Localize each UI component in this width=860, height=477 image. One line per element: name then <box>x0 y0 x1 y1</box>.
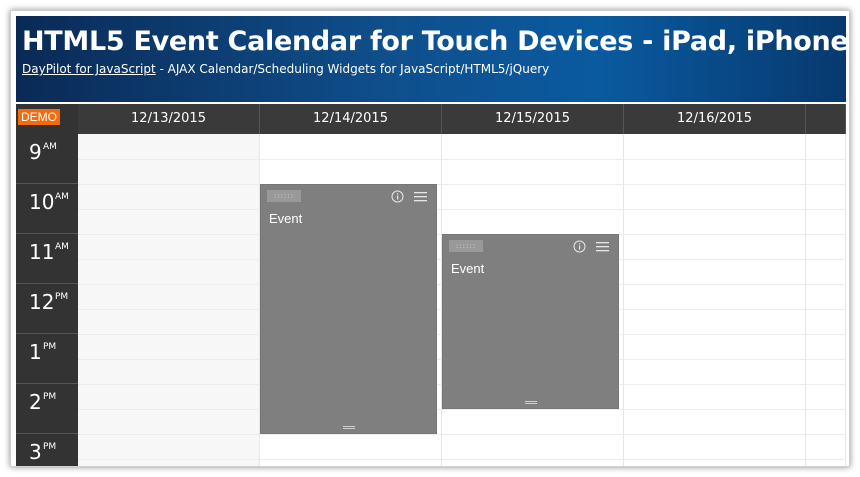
hour-number: 2 <box>29 390 42 414</box>
event-box[interactable]: :::::: Event <box>442 234 619 409</box>
event-box[interactable]: :::::: Event <box>260 184 437 434</box>
menu-icon[interactable] <box>414 190 427 203</box>
column-header[interactable]: 12/14/2015 <box>260 104 442 134</box>
hour-ampm: AM <box>55 242 69 252</box>
hour-ampm: AM <box>55 192 69 202</box>
subtitle-text: - AJAX Calendar/Scheduling Widgets for J… <box>155 62 550 76</box>
daypilot-link[interactable]: DayPilot for JavaScript <box>22 62 156 76</box>
event-calendar: DEMO 12/13/2015 12/14/2015 12/15/2015 12… <box>16 104 846 466</box>
column-header-empty <box>806 104 846 134</box>
hour-label: 9 AM <box>16 134 78 184</box>
hour-label: 2 PM <box>16 384 78 434</box>
resize-handle-icon[interactable] <box>343 426 355 429</box>
hour-label: 12 PM <box>16 284 78 334</box>
time-header: 9 AM 10 AM 11 AM 12 PM 1 PM 2 PM 3 PM <box>16 134 78 466</box>
hour-ampm: AM <box>43 142 57 152</box>
hour-label: 10 AM <box>16 184 78 234</box>
hour-label: 3 PM <box>16 434 78 466</box>
page-header: HTML5 Event Calendar for Touch Devices -… <box>16 16 846 102</box>
resize-handle-icon[interactable] <box>525 401 537 404</box>
page-frame: HTML5 Event Calendar for Touch Devices -… <box>10 10 850 467</box>
demo-badge: DEMO <box>18 109 60 125</box>
column-header[interactable]: 12/16/2015 <box>624 104 806 134</box>
hour-ampm: PM <box>43 342 57 352</box>
drag-handle[interactable]: :::::: <box>449 240 483 252</box>
info-icon[interactable] <box>391 190 404 203</box>
menu-icon[interactable] <box>596 240 609 253</box>
drag-handle[interactable]: :::::: <box>267 190 301 202</box>
hour-number: 11 <box>29 240 55 264</box>
hour-label: 1 PM <box>16 334 78 384</box>
page-title: HTML5 Event Calendar for Touch Devices -… <box>22 26 846 57</box>
event-text: Event <box>269 211 303 226</box>
hour-ampm: PM <box>55 292 69 302</box>
hour-ampm: PM <box>43 392 57 402</box>
hour-number: 1 <box>29 340 42 364</box>
hour-number: 12 <box>29 290 55 314</box>
hour-ampm: PM <box>43 442 57 452</box>
column-header[interactable]: 12/15/2015 <box>442 104 624 134</box>
calendar-corner: DEMO <box>16 104 78 134</box>
page-subtitle: DayPilot for JavaScript - AJAX Calendar/… <box>22 62 549 76</box>
info-icon[interactable] <box>573 240 586 253</box>
hour-number: 10 <box>29 190 55 214</box>
event-text: Event <box>451 261 485 276</box>
hour-number: 9 <box>29 140 42 164</box>
hour-label: 11 AM <box>16 234 78 284</box>
hour-number: 3 <box>29 440 42 464</box>
column-header[interactable]: 12/13/2015 <box>78 104 260 134</box>
